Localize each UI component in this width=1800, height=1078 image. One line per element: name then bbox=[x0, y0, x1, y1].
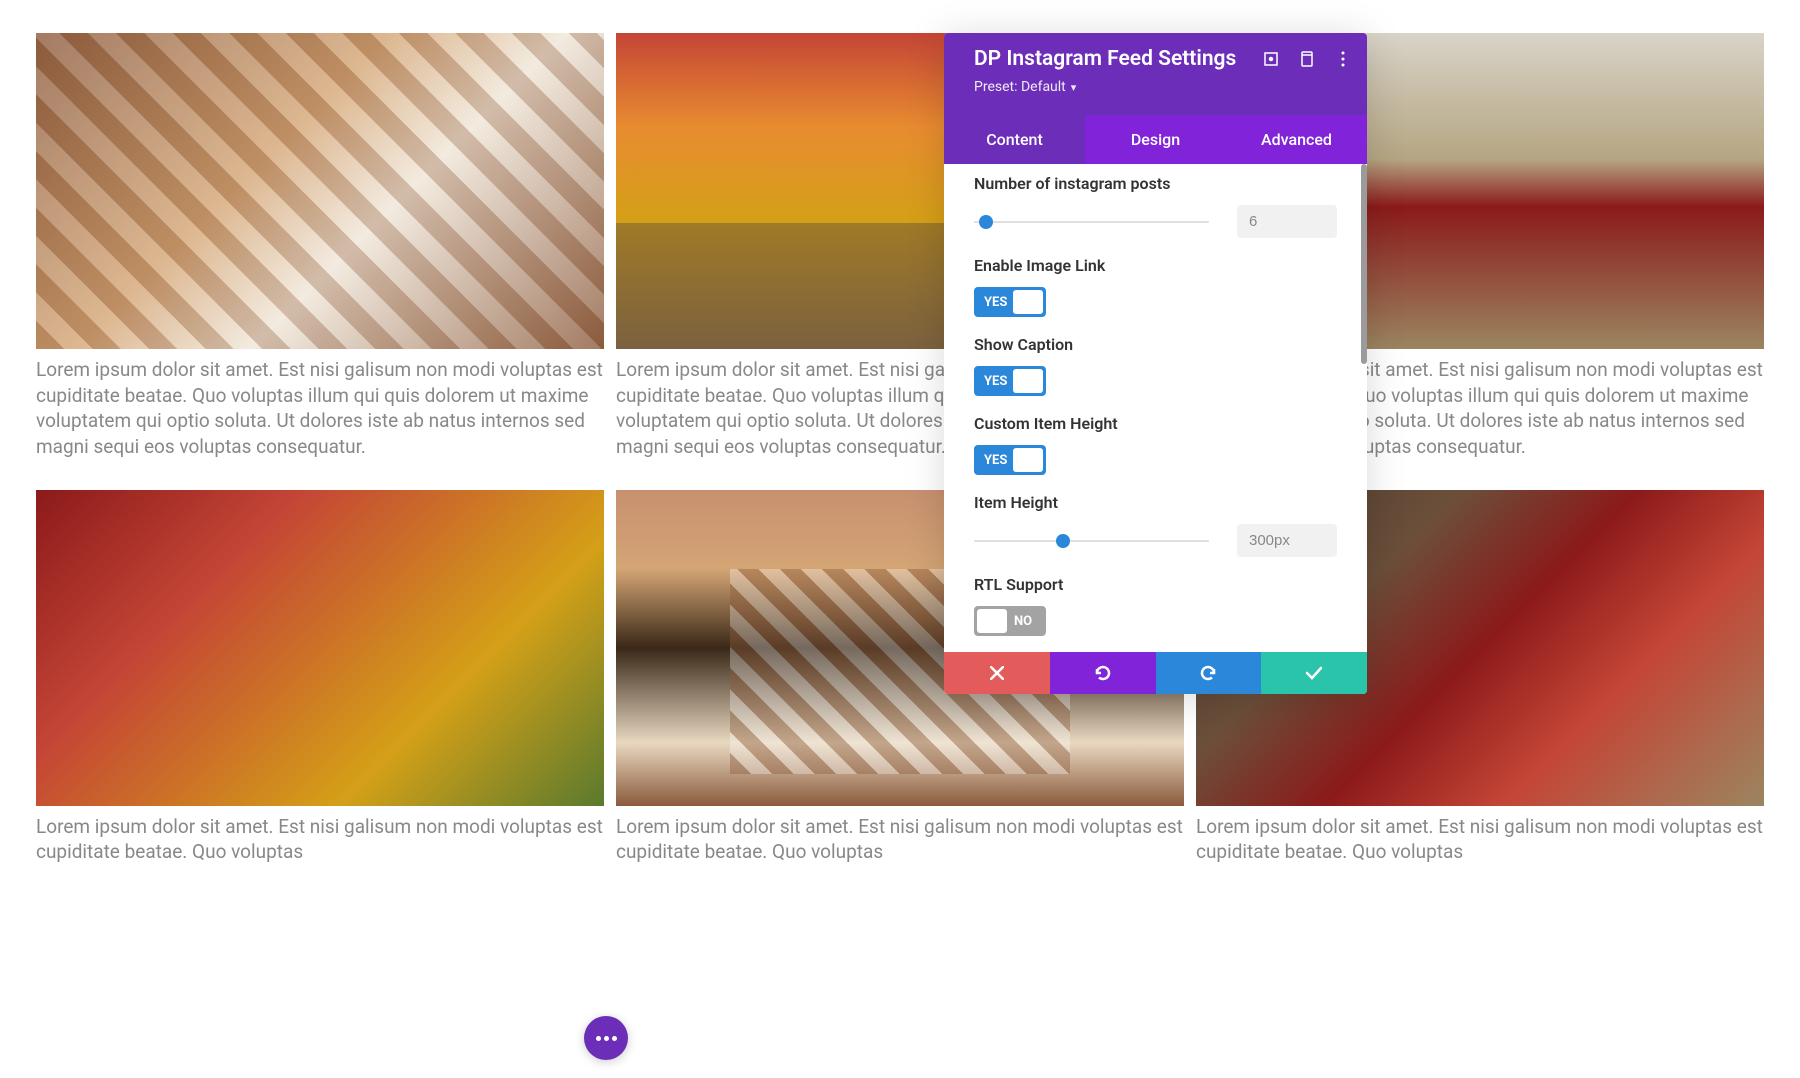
toggle-rtl-support[interactable]: NO bbox=[974, 606, 1046, 636]
toggle-show-caption[interactable]: YES bbox=[974, 366, 1046, 396]
slider-track[interactable] bbox=[974, 221, 1209, 223]
responsive-icon[interactable] bbox=[1298, 50, 1316, 68]
setting-label: RTL Support bbox=[974, 575, 1337, 594]
setting-show-caption: Show Caption YES bbox=[974, 335, 1337, 396]
more-horizontal-icon bbox=[596, 1036, 617, 1041]
tab-design[interactable]: Design bbox=[1085, 115, 1226, 164]
expand-icon[interactable] bbox=[1262, 50, 1280, 68]
slider-thumb[interactable] bbox=[979, 215, 993, 229]
setting-label: Item Height bbox=[974, 493, 1337, 512]
floating-action-button[interactable] bbox=[584, 1016, 628, 1060]
setting-number-of-posts: Number of instagram posts bbox=[974, 174, 1337, 238]
item-height-input[interactable] bbox=[1237, 524, 1337, 557]
setting-custom-item-height: Custom Item Height YES bbox=[974, 414, 1337, 475]
tab-content[interactable]: Content bbox=[944, 115, 1085, 164]
toggle-state: YES bbox=[984, 295, 1007, 310]
more-icon[interactable] bbox=[1334, 50, 1352, 68]
settings-panel: DP Instagram Feed Settings Preset: Defau… bbox=[944, 33, 1367, 694]
toggle-enable-image-link[interactable]: YES bbox=[974, 287, 1046, 317]
feed-image[interactable] bbox=[36, 33, 604, 349]
toggle-knob bbox=[977, 609, 1007, 633]
setting-label: Show Caption bbox=[974, 335, 1337, 354]
feed-caption: Lorem ipsum dolor sit amet. Est nisi gal… bbox=[36, 349, 604, 478]
slider-thumb[interactable] bbox=[1056, 534, 1070, 548]
number-of-posts-input[interactable] bbox=[1237, 205, 1337, 238]
setting-label: Number of instagram posts bbox=[974, 174, 1337, 193]
panel-tabs: Content Design Advanced bbox=[944, 115, 1367, 164]
toggle-state: YES bbox=[984, 453, 1007, 468]
feed-item: Lorem ipsum dolor sit amet. Est nisi gal… bbox=[36, 33, 604, 478]
cancel-button[interactable] bbox=[944, 652, 1050, 694]
panel-header: DP Instagram Feed Settings Preset: Defau… bbox=[944, 33, 1367, 115]
setting-label: Enable Image Link bbox=[974, 256, 1337, 275]
setting-item-height: Item Height bbox=[974, 493, 1337, 557]
feed-item: Lorem ipsum dolor sit amet. Est nisi gal… bbox=[36, 490, 604, 883]
setting-rtl-support: RTL Support NO bbox=[974, 575, 1337, 636]
setting-enable-image-link: Enable Image Link YES bbox=[974, 256, 1337, 317]
scrollbar[interactable] bbox=[1361, 164, 1367, 364]
panel-body: Number of instagram posts Enable Image L… bbox=[944, 164, 1367, 652]
redo-button[interactable] bbox=[1156, 652, 1262, 694]
panel-header-actions bbox=[1262, 50, 1352, 68]
toggle-knob bbox=[1013, 290, 1043, 314]
preset-dropdown[interactable]: Preset: Default bbox=[974, 79, 1349, 95]
toggle-state: YES bbox=[984, 374, 1007, 389]
feed-caption: Lorem ipsum dolor sit amet. Est nisi gal… bbox=[1196, 806, 1764, 883]
toggle-knob bbox=[1013, 448, 1043, 472]
undo-button[interactable] bbox=[1050, 652, 1156, 694]
panel-footer bbox=[944, 652, 1367, 694]
feed-image[interactable] bbox=[36, 490, 604, 806]
feed-caption: Lorem ipsum dolor sit amet. Est nisi gal… bbox=[36, 806, 604, 883]
setting-label: Custom Item Height bbox=[974, 414, 1337, 433]
save-button[interactable] bbox=[1261, 652, 1367, 694]
feed-caption: Lorem ipsum dolor sit amet. Est nisi gal… bbox=[616, 806, 1184, 883]
slider-track[interactable] bbox=[974, 540, 1209, 542]
toggle-knob bbox=[1013, 369, 1043, 393]
instagram-feed-grid: Lorem ipsum dolor sit amet. Est nisi gal… bbox=[0, 0, 1800, 916]
tab-advanced[interactable]: Advanced bbox=[1226, 115, 1367, 164]
toggle-state: NO bbox=[1014, 614, 1032, 629]
toggle-custom-item-height[interactable]: YES bbox=[974, 445, 1046, 475]
